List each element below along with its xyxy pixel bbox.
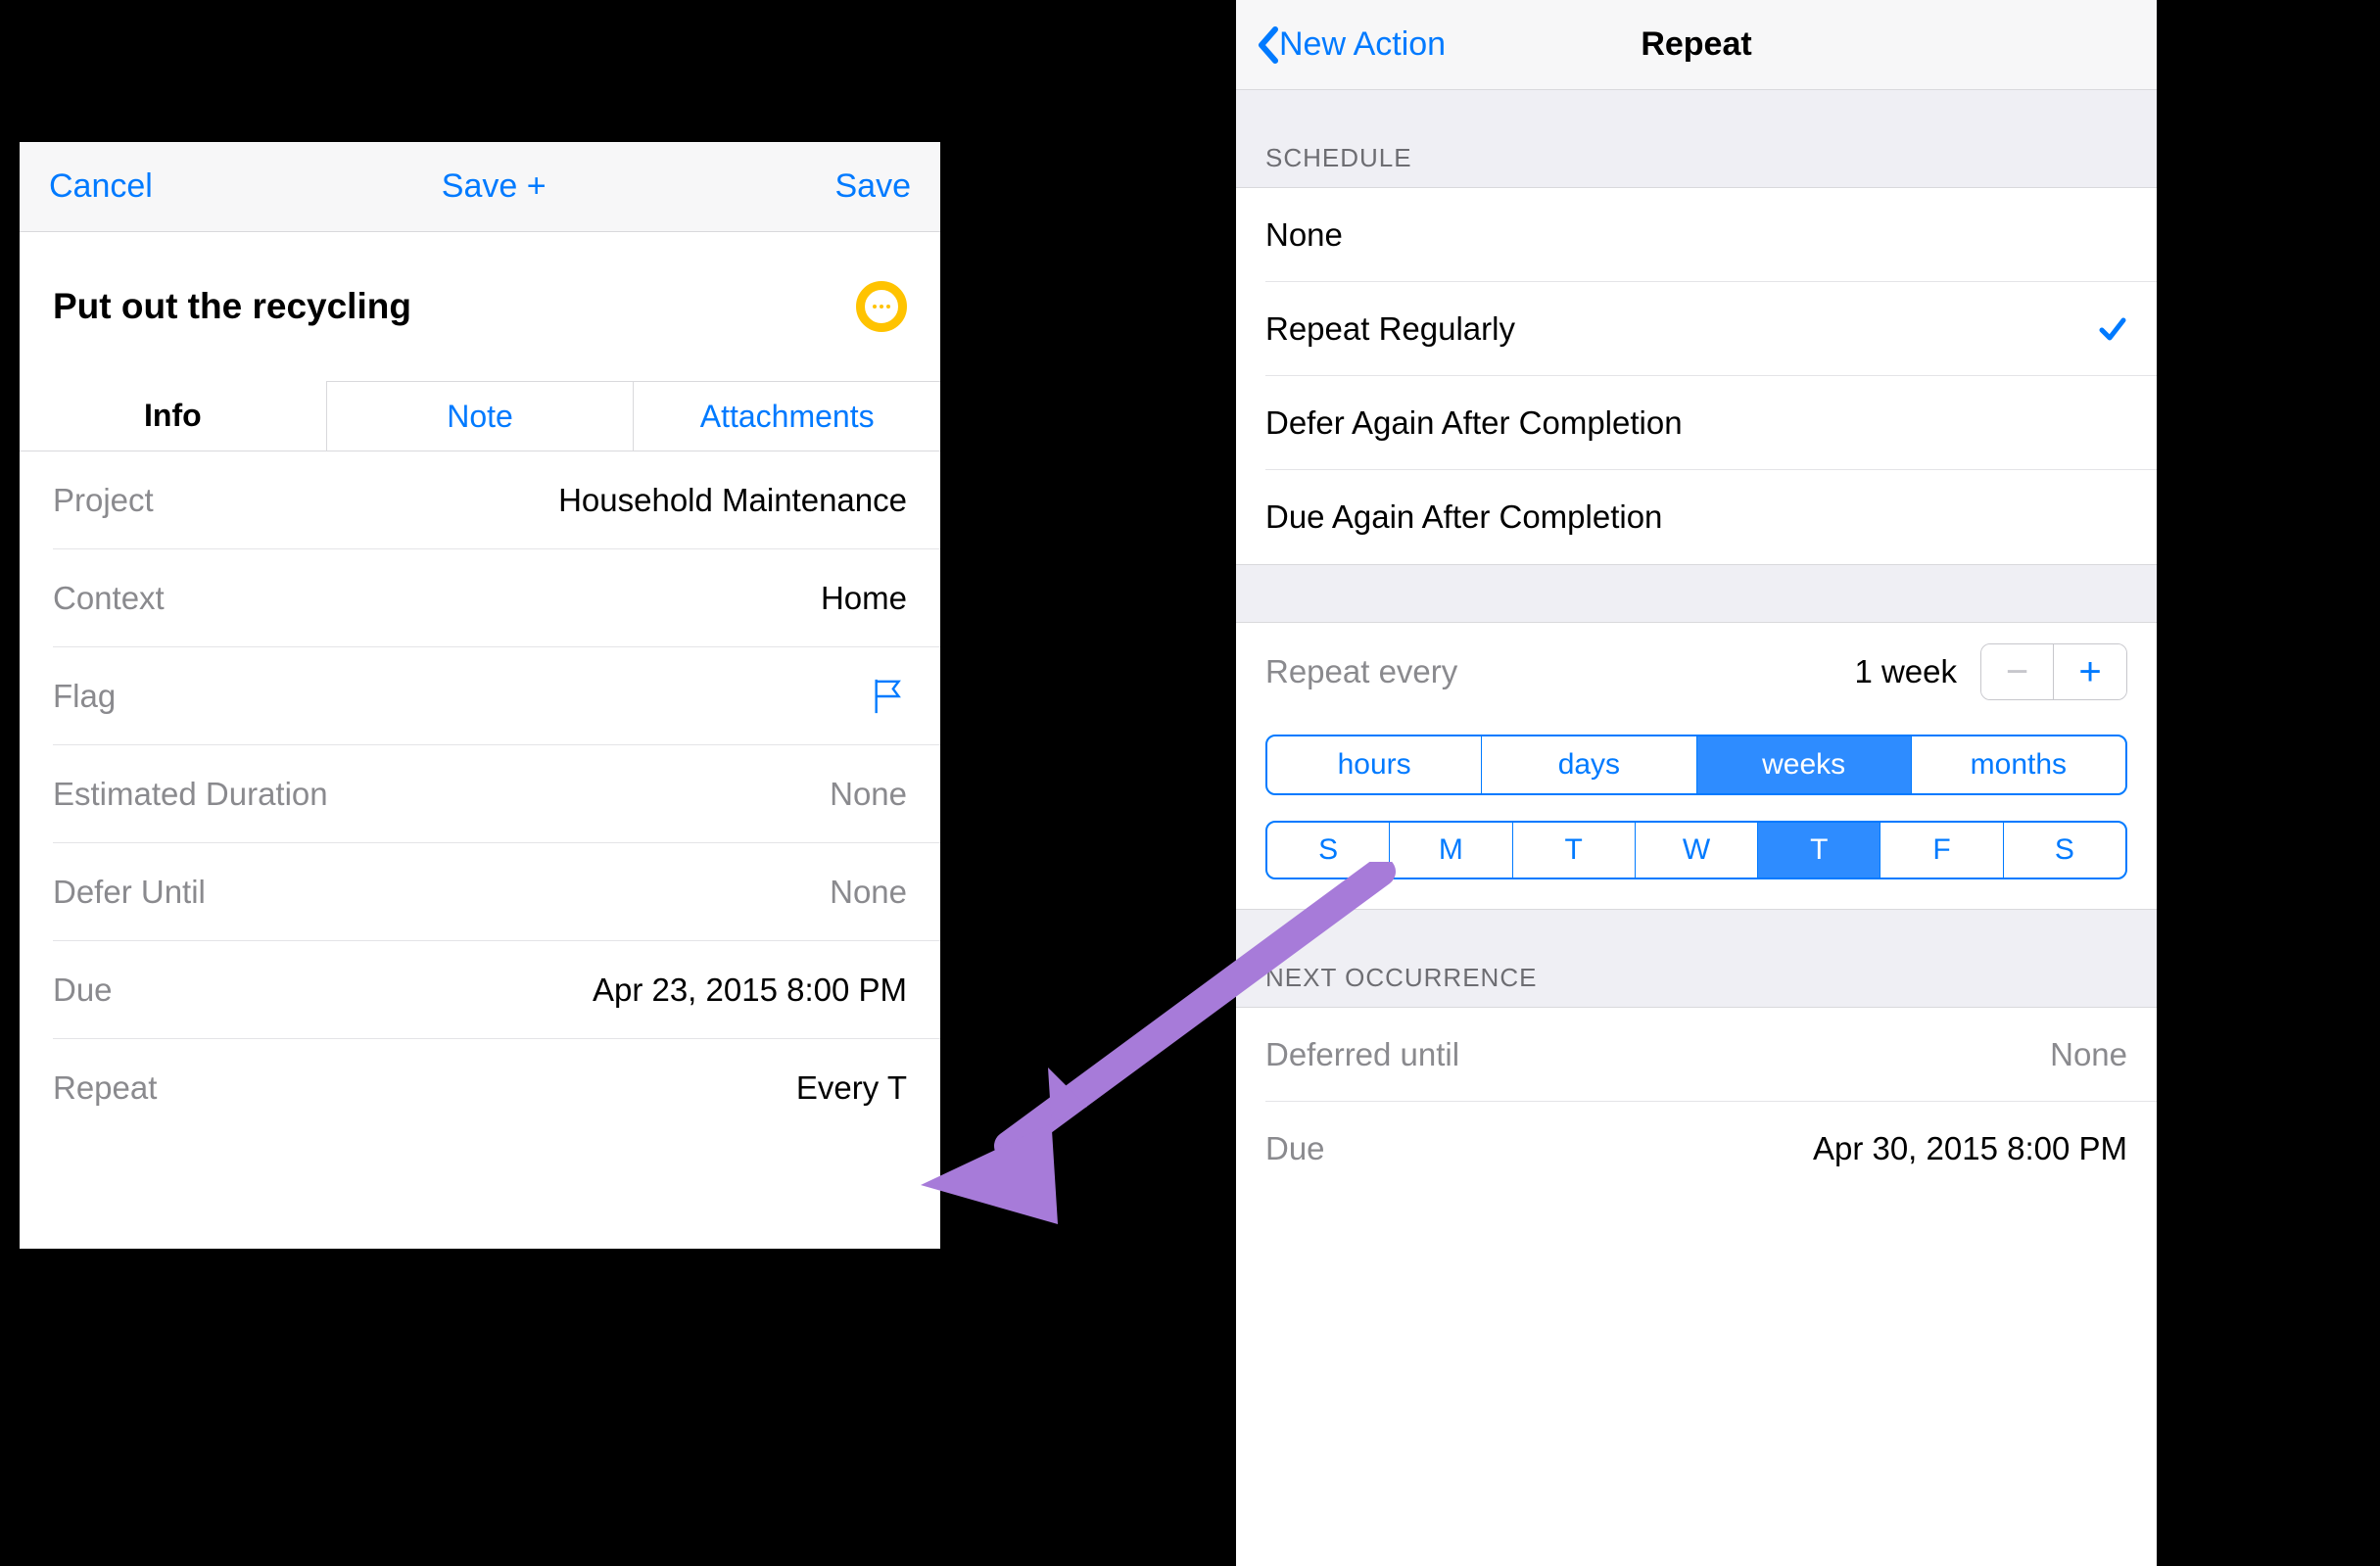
stepper-plus-button[interactable]: +: [2054, 644, 2126, 699]
repeat-value: Every T: [796, 1069, 907, 1107]
flag-row[interactable]: Flag: [53, 647, 940, 745]
project-label: Project: [53, 482, 154, 519]
day-segment[interactable]: W: [1636, 823, 1758, 878]
due-row[interactable]: Due Apr 23, 2015 8:00 PM: [53, 941, 940, 1039]
project-row[interactable]: Project Household Maintenance: [53, 451, 940, 549]
flag-icon: [872, 677, 907, 716]
schedule-option[interactable]: Defer Again After Completion: [1265, 376, 2157, 470]
action-title[interactable]: Put out the recycling: [53, 286, 411, 327]
unit-segment[interactable]: weeks: [1697, 736, 1912, 793]
schedule-option-label: Repeat Regularly: [1265, 310, 1515, 348]
flag-label: Flag: [53, 678, 116, 715]
editor-tabs: Info Note Attachments: [20, 381, 940, 451]
checkmark-icon: [2098, 314, 2127, 344]
repeat-stepper: − +: [1980, 643, 2127, 700]
schedule-option-label: None: [1265, 216, 1343, 254]
action-editor-panel: Cancel Save + Save Put out the recycling…: [20, 142, 940, 1249]
repeat-row[interactable]: Repeat Every T: [53, 1039, 940, 1137]
defer-value: None: [830, 874, 907, 911]
next-due-label: Due: [1265, 1130, 1325, 1167]
repeat-every-label: Repeat every: [1265, 653, 1854, 690]
day-segment[interactable]: M: [1390, 823, 1512, 878]
context-label: Context: [53, 580, 165, 617]
unit-segment[interactable]: months: [1912, 736, 2125, 793]
repeat-every-value: 1 week: [1854, 653, 1957, 690]
schedule-option[interactable]: None: [1265, 188, 2157, 282]
status-circle-icon[interactable]: [856, 281, 907, 332]
unit-segment[interactable]: days: [1482, 736, 1696, 793]
duration-label: Estimated Duration: [53, 776, 328, 813]
day-segment[interactable]: F: [1880, 823, 2003, 878]
duration-value: None: [830, 776, 907, 813]
editor-navbar: Cancel Save + Save: [20, 142, 940, 232]
next-occurrence-header: NEXT OCCURRENCE: [1236, 909, 2157, 1008]
tab-note[interactable]: Note: [326, 381, 635, 451]
schedule-options: None Repeat Regularly Defer Again After Co…: [1236, 188, 2157, 564]
next-deferred-label: Deferred until: [1265, 1036, 1459, 1073]
save-plus-button[interactable]: Save +: [153, 167, 835, 206]
day-segmented-control: SMTWTFS: [1265, 821, 2127, 879]
due-label: Due: [53, 972, 113, 1009]
unit-segment[interactable]: hours: [1267, 736, 1482, 793]
tab-attachments[interactable]: Attachments: [634, 381, 940, 451]
save-button[interactable]: Save: [835, 167, 912, 206]
repeat-every-row: Repeat every 1 week − +: [1236, 623, 2157, 721]
due-value: Apr 23, 2015 8:00 PM: [593, 972, 907, 1009]
project-value: Household Maintenance: [558, 482, 907, 519]
defer-row[interactable]: Defer Until None: [53, 843, 940, 941]
next-due-row[interactable]: Due Apr 30, 2015 8:00 PM: [1265, 1102, 2157, 1196]
context-value: Home: [821, 580, 907, 617]
next-deferred-row[interactable]: Deferred until None: [1265, 1008, 2157, 1102]
day-segment[interactable]: S: [2004, 823, 2125, 878]
day-segment[interactable]: T: [1758, 823, 1880, 878]
unit-segmented-control: hoursdaysweeksmonths: [1265, 735, 2127, 795]
context-row[interactable]: Context Home: [53, 549, 940, 647]
next-due-value: Apr 30, 2015 8:00 PM: [1813, 1130, 2127, 1167]
back-label: New Action: [1279, 25, 1446, 64]
repeat-label: Repeat: [53, 1069, 157, 1107]
repeat-navbar: New Action Repeat: [1236, 0, 2157, 90]
schedule-option-label: Defer Again After Completion: [1265, 404, 1683, 442]
schedule-header: SCHEDULE: [1236, 90, 2157, 188]
schedule-option[interactable]: Repeat Regularly: [1265, 282, 2157, 376]
action-title-row: Put out the recycling: [20, 232, 940, 381]
repeat-settings-panel: New Action Repeat SCHEDULE None Repeat Re…: [1236, 0, 2157, 1566]
day-segment[interactable]: T: [1513, 823, 1636, 878]
stepper-minus-button[interactable]: −: [1981, 644, 2054, 699]
section-gap: [1236, 564, 2157, 623]
back-button[interactable]: New Action: [1256, 25, 1446, 65]
duration-row[interactable]: Estimated Duration None: [53, 745, 940, 843]
cancel-button[interactable]: Cancel: [49, 167, 153, 206]
info-fields: Project Household Maintenance Context Ho…: [20, 451, 940, 1137]
next-occurrence-list: Deferred until None Due Apr 30, 2015 8:0…: [1236, 1008, 2157, 1196]
chevron-left-icon: [1256, 25, 1279, 65]
defer-label: Defer Until: [53, 874, 206, 911]
schedule-option-label: Due Again After Completion: [1265, 498, 1662, 536]
next-deferred-value: None: [2050, 1036, 2127, 1073]
day-segment[interactable]: S: [1267, 823, 1390, 878]
tab-info[interactable]: Info: [20, 381, 326, 451]
schedule-option[interactable]: Due Again After Completion: [1265, 470, 2157, 564]
